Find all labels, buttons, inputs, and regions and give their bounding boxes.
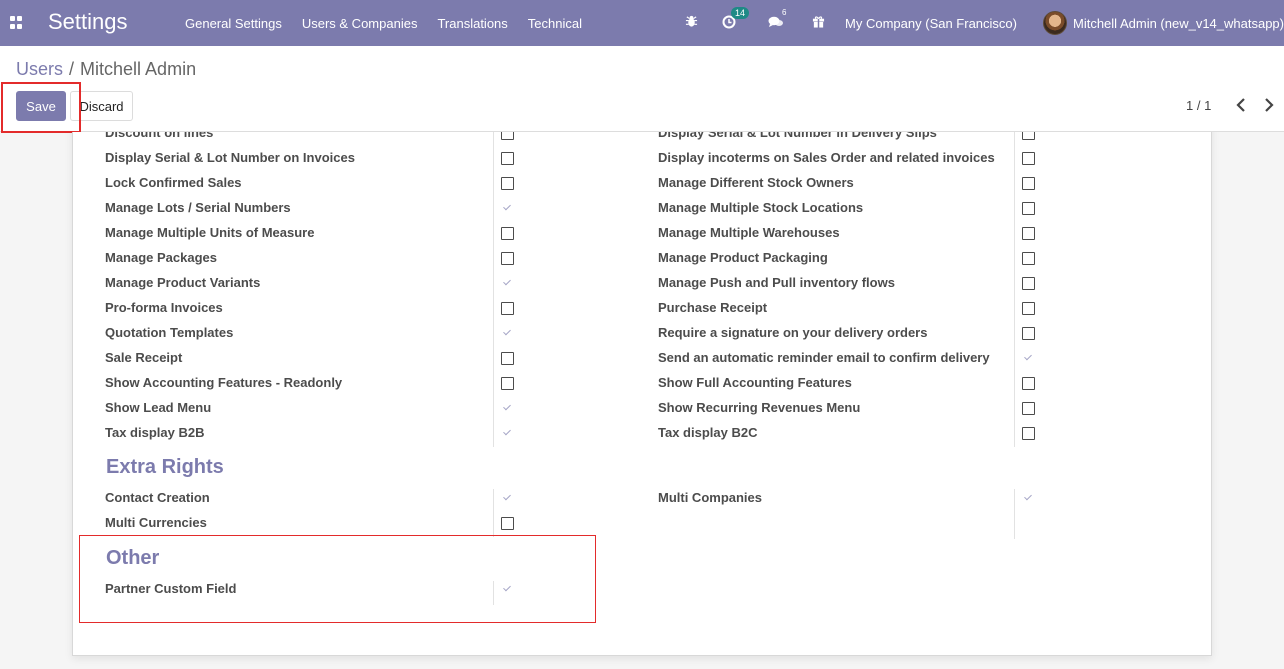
messages-icon[interactable]: 6 bbox=[768, 8, 787, 32]
group-left-7-checkbox[interactable] bbox=[501, 302, 514, 315]
group-left-8-label: Quotation Templates bbox=[105, 325, 234, 340]
group-right-10-label: Show Full Accounting Features bbox=[658, 375, 852, 390]
menu-translations[interactable]: Translations bbox=[427, 16, 517, 31]
group-left-11-label: Show Lead Menu bbox=[105, 400, 212, 415]
group-right-3-checkbox[interactable] bbox=[1022, 202, 1035, 215]
group-right-8-label: Require a signature on your delivery ord… bbox=[658, 325, 928, 340]
group-left-2-checkbox[interactable] bbox=[501, 177, 514, 190]
group-right-10-checkbox[interactable] bbox=[1022, 377, 1035, 390]
app-name[interactable]: Settings bbox=[48, 9, 128, 35]
main-menu: General Settings Users & Companies Trans… bbox=[175, 0, 592, 46]
control-panel: Users / Mitchell Admin Save Discard 1 / 1 bbox=[0, 46, 1284, 133]
other-0-label: Partner Custom Field bbox=[105, 581, 237, 596]
group-right-6-checkbox[interactable] bbox=[1022, 277, 1035, 290]
extra-right-0-label: Multi Companies bbox=[658, 490, 763, 505]
group-right-12-checkbox[interactable] bbox=[1022, 427, 1035, 440]
group-right-4-checkbox[interactable] bbox=[1022, 227, 1035, 240]
group-right-7-label: Purchase Receipt bbox=[658, 300, 768, 315]
group-left-7-label: Pro-forma Invoices bbox=[105, 300, 223, 315]
group-left-10-checkbox[interactable] bbox=[501, 377, 514, 390]
group-left-9-label: Sale Receipt bbox=[105, 350, 183, 365]
group-right-1-checkbox[interactable] bbox=[1022, 152, 1035, 165]
breadcrumb-current: Mitchell Admin bbox=[80, 59, 197, 79]
column-divider-right bbox=[1014, 132, 1015, 447]
section-title-extra-rights: Extra Rights bbox=[106, 456, 224, 478]
group-left-12-checkbox[interactable] bbox=[501, 427, 514, 440]
menu-users-companies[interactable]: Users & Companies bbox=[292, 16, 428, 31]
other-0-checkbox[interactable] bbox=[501, 583, 514, 596]
group-left-9-checkbox[interactable] bbox=[501, 352, 514, 365]
activity-clock-icon[interactable]: 14 bbox=[722, 6, 750, 32]
extra-left-0-label: Contact Creation bbox=[105, 490, 210, 505]
form-view[interactable]: Discount on lines Display Serial & Lot Nu… bbox=[0, 132, 1284, 669]
group-left-0-label: Discount on lines bbox=[105, 132, 214, 140]
group-left-5-checkbox[interactable] bbox=[501, 252, 514, 265]
breadcrumb: Users / Mitchell Admin bbox=[16, 59, 196, 80]
group-left-2-label: Lock Confirmed Sales bbox=[105, 175, 242, 190]
extra-divider-left bbox=[493, 489, 494, 537]
group-right-4-label: Manage Multiple Warehouses bbox=[658, 225, 840, 240]
chevron-right-icon[interactable] bbox=[1261, 96, 1277, 114]
group-right-0-label: Display Serial & Lot Number in Delivery … bbox=[658, 132, 937, 140]
group-left-6-checkbox[interactable] bbox=[501, 277, 514, 290]
group-left-4-label: Manage Multiple Units of Measure bbox=[105, 225, 315, 240]
group-left-3-checkbox[interactable] bbox=[501, 202, 514, 215]
group-right-8-checkbox[interactable] bbox=[1022, 327, 1035, 340]
group-left-12-label: Tax display B2B bbox=[105, 425, 205, 440]
group-right-11-label: Show Recurring Revenues Menu bbox=[658, 400, 861, 415]
discard-button[interactable]: Discard bbox=[70, 91, 133, 121]
group-left-4-checkbox[interactable] bbox=[501, 227, 514, 240]
user-name: Mitchell Admin (new_v14_whatsapp) bbox=[1073, 15, 1284, 31]
pager-value: 1 / 1 bbox=[1186, 98, 1212, 113]
group-left-10-label: Show Accounting Features - Readonly bbox=[105, 375, 343, 390]
group-right-0-checkbox[interactable] bbox=[1022, 132, 1035, 140]
group-right-5-label: Manage Product Packaging bbox=[658, 250, 828, 265]
top-navbar: Settings General Settings Users & Compan… bbox=[0, 0, 1284, 46]
menu-general-settings[interactable]: General Settings bbox=[175, 16, 292, 31]
group-left-3-label: Manage Lots / Serial Numbers bbox=[105, 200, 291, 215]
group-left-11-checkbox[interactable] bbox=[501, 402, 514, 415]
group-left-5-label: Manage Packages bbox=[105, 250, 218, 265]
messages-count: 6 bbox=[782, 7, 787, 17]
group-left-6-label: Manage Product Variants bbox=[105, 275, 261, 290]
extra-left-1-label: Multi Currencies bbox=[105, 515, 207, 530]
group-right-1-label: Display incoterms on Sales Order and rel… bbox=[658, 150, 995, 165]
group-right-6-label: Manage Push and Pull inventory flows bbox=[658, 275, 895, 290]
group-left-1-checkbox[interactable] bbox=[501, 152, 514, 165]
group-right-12-label: Tax display B2C bbox=[658, 425, 758, 440]
group-right-2-checkbox[interactable] bbox=[1022, 177, 1035, 190]
apps-grid-icon[interactable] bbox=[10, 16, 23, 29]
extra-divider-right bbox=[1014, 489, 1015, 539]
group-right-3-label: Manage Multiple Stock Locations bbox=[658, 200, 864, 215]
bug-icon[interactable] bbox=[685, 15, 698, 31]
gift-icon[interactable] bbox=[812, 15, 825, 31]
group-right-7-checkbox[interactable] bbox=[1022, 302, 1035, 315]
column-divider-left bbox=[493, 132, 494, 447]
extra-left-0-checkbox[interactable] bbox=[501, 492, 514, 505]
save-button[interactable]: Save bbox=[16, 91, 66, 121]
group-right-9-checkbox[interactable] bbox=[1022, 352, 1035, 365]
chevron-left-icon[interactable] bbox=[1233, 96, 1249, 114]
user-menu[interactable]: Mitchell Admin (new_v14_whatsapp) bbox=[1043, 11, 1284, 35]
group-right-11-checkbox[interactable] bbox=[1022, 402, 1035, 415]
avatar bbox=[1043, 11, 1067, 35]
group-right-9-label: Send an automatic reminder email to conf… bbox=[658, 350, 990, 365]
extra-right-0-checkbox[interactable] bbox=[1022, 492, 1035, 505]
group-left-1-label: Display Serial & Lot Number on Invoices bbox=[105, 150, 355, 165]
group-right-2-label: Manage Different Stock Owners bbox=[658, 175, 854, 190]
group-right-5-checkbox[interactable] bbox=[1022, 252, 1035, 265]
extra-left-1-checkbox[interactable] bbox=[501, 517, 514, 530]
activity-count-badge: 14 bbox=[731, 6, 750, 19]
group-left-0-checkbox[interactable] bbox=[501, 132, 514, 140]
breadcrumb-separator: / bbox=[69, 59, 75, 79]
company-switcher[interactable]: My Company (San Francisco) bbox=[845, 16, 1017, 31]
menu-technical[interactable]: Technical bbox=[518, 16, 592, 31]
section-title-other: Other bbox=[106, 547, 160, 569]
breadcrumb-users-link[interactable]: Users bbox=[16, 59, 63, 79]
systray: 14 6 My Company (San Francisco) Mitchell… bbox=[685, 0, 1284, 46]
other-divider bbox=[493, 581, 494, 605]
group-left-8-checkbox[interactable] bbox=[501, 327, 514, 340]
